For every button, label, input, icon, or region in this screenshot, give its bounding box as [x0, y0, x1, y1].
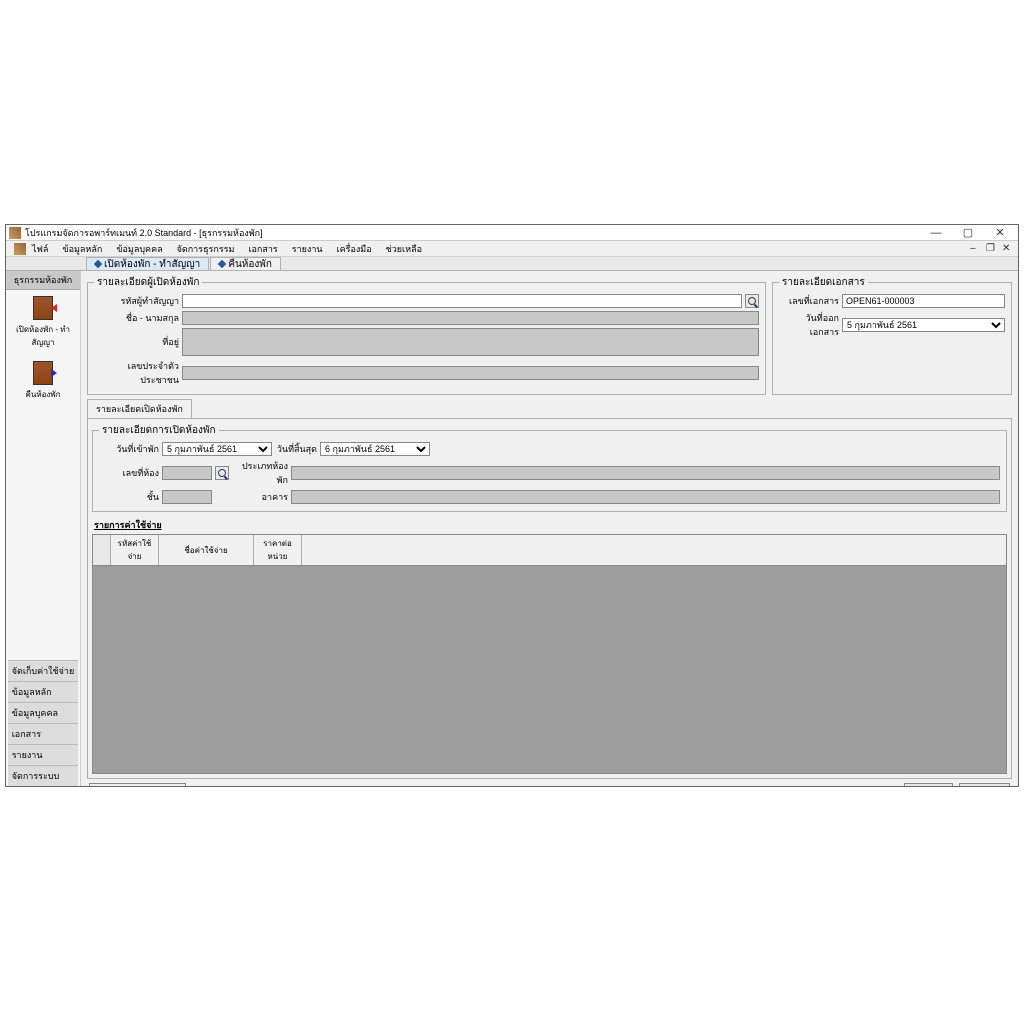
label-floor: ชั้น — [99, 490, 159, 504]
col-price[interactable]: ราคาต่อหน่วย — [254, 535, 302, 565]
sidebar-bottom: จัดเก็บค่าใช้จ่าย ข้อมูลหลัก ข้อมูลบุคคล… — [8, 660, 79, 786]
menu-person[interactable]: ข้อมูลบุคคล — [110, 240, 168, 258]
idcard-input — [182, 366, 759, 380]
docno-input[interactable] — [842, 294, 1005, 308]
panel-legend: รายละเอียดการเปิดห้องพัก — [99, 423, 219, 438]
sidebar-expense[interactable]: จัดเก็บค่าใช้จ่าย — [8, 660, 79, 681]
name-input — [182, 311, 759, 325]
docdate-select[interactable]: 5 กุมภาพันธ์ 2561 — [842, 318, 1005, 332]
save-button[interactable]: บันทึก — [904, 783, 953, 786]
sidebar-item-return-room[interactable]: คืนห้องพัก — [26, 361, 61, 401]
roomno-input — [162, 466, 212, 480]
row-selector-header — [93, 535, 111, 565]
close-button[interactable]: ✕ — [985, 226, 1015, 240]
mdi-close[interactable]: ✕ — [1002, 243, 1014, 254]
label-building: อาคาร — [232, 490, 288, 504]
menu-document[interactable]: เอกสาร — [242, 240, 283, 258]
label-endday: วันที่สิ้นสุด — [275, 442, 317, 456]
room-open-panel: รายละเอียดเปิดห้องพัก รายละเอียดการเปิดห… — [87, 399, 1012, 779]
sidebar-documents[interactable]: เอกสาร — [8, 723, 79, 744]
app-icon — [9, 227, 21, 239]
tab-return-room[interactable]: คืนห้องพัก — [210, 257, 281, 270]
col-name[interactable]: ชื่อค่าใช้จ่าย — [159, 535, 254, 565]
label-checkin: วันที่เข้าพัก — [99, 442, 159, 456]
label-roomno: เลขที่ห้อง — [99, 466, 159, 480]
menubar-icon — [14, 243, 26, 255]
bottom-bar: พิมพ์หนังสือสัญญา พิมพ์เอกสาร - เปิดห้อง… — [87, 779, 1012, 786]
print-document-checkbox[interactable]: พิมพ์เอกสาร - เปิดห้องพัก — [774, 785, 898, 787]
print-check-input[interactable] — [774, 786, 787, 787]
contract-code-input[interactable] — [182, 294, 742, 308]
sidebar-master[interactable]: ข้อมูลหลัก — [8, 681, 79, 702]
minimize-button[interactable]: — — [921, 226, 951, 240]
grid-header: รหัสค่าใช้จ่าย ชื่อค่าใช้จ่าย ราคาต่อหน่… — [93, 535, 1006, 566]
building-input — [291, 490, 1000, 504]
tab-open-room[interactable]: เปิดห้องพัก - ทำสัญญา — [86, 257, 209, 270]
label-address: ที่อยู่ — [94, 335, 179, 349]
door-out-icon — [31, 361, 55, 385]
roomtype-input — [291, 466, 1000, 480]
expense-title: รายการค่าใช้จ่าย — [94, 518, 1007, 532]
cancel-button[interactable]: ยกเลิก — [959, 783, 1010, 786]
window-title: โปรแกรมจัดการอพาร์ทเมนท์ 2.0 Standard - … — [25, 226, 921, 240]
label-docdate: วันที่ออกเอกสาร — [779, 311, 839, 339]
search-icon — [218, 469, 226, 477]
mdi-restore[interactable]: ❐ — [986, 243, 998, 254]
sidebar-system[interactable]: จัดการระบบ — [8, 765, 79, 786]
diamond-icon — [94, 260, 102, 268]
search-contract-button[interactable] — [745, 294, 759, 308]
sidebar-content: เปิดห้องพัก - ทำสัญญา คืนห้องพัก จัดเก็บ… — [6, 290, 80, 786]
checkin-date-select[interactable]: 5 กุมภาพันธ์ 2561 — [162, 442, 272, 456]
label-roomtype: ประเภทห้องพัก — [232, 459, 288, 487]
menu-tools[interactable]: เครื่องมือ — [331, 240, 378, 258]
sidebar-item-open-room[interactable]: เปิดห้องพัก - ทำสัญญา — [6, 296, 80, 349]
door-in-icon — [31, 296, 55, 320]
menubar: ไฟล์ ข้อมูลหลัก ข้อมูลบุคคล จัดการธุรกรร… — [6, 241, 1018, 257]
print-contract-button: พิมพ์หนังสือสัญญา — [89, 783, 186, 786]
window-controls: — ▢ ✕ — [921, 226, 1015, 240]
menu-master[interactable]: ข้อมูลหลัก — [56, 240, 108, 258]
label-name: ชื่อ - นามสกุล — [94, 311, 179, 325]
label-docno: เลขที่เอกสาร — [779, 294, 839, 308]
col-code[interactable]: รหัสค่าใช้จ่าย — [111, 535, 159, 565]
floor-input — [162, 490, 212, 504]
top-panels: รายละเอียดผู้เปิดห้องพัก รหัสผู้ทำสัญญา … — [87, 275, 1012, 395]
expense-grid[interactable]: รหัสค่าใช้จ่าย ชื่อค่าใช้จ่าย ราคาต่อหน่… — [92, 534, 1007, 774]
menu-file[interactable]: ไฟล์ — [26, 240, 54, 258]
label-idcard: เลขประจำตัวประชาชน — [94, 359, 179, 387]
sidebar-reports[interactable]: รายงาน — [8, 744, 79, 765]
enddate-select[interactable]: 6 กุมภาพันธ์ 2561 — [320, 442, 430, 456]
tab-strip: เปิดห้องพัก - ทำสัญญา คืนห้องพัก — [6, 257, 1018, 271]
mdi-minimize[interactable]: – — [970, 243, 982, 254]
main-area: ธุรกรรมห้องพัก เปิดห้องพัก - ทำสัญญา คืน… — [6, 271, 1018, 786]
diamond-icon — [218, 260, 226, 268]
menu-help[interactable]: ช่วยเหลือ — [380, 240, 428, 258]
inner-tab-room-details[interactable]: รายละเอียดเปิดห้องพัก — [87, 399, 192, 418]
room-open-fieldset: รายละเอียดการเปิดห้องพัก วันที่เข้าพัก 5… — [92, 423, 1007, 512]
content-area: รายละเอียดผู้เปิดห้องพัก รหัสผู้ทำสัญญา … — [81, 271, 1018, 786]
sidebar-label: คืนห้องพัก — [26, 388, 61, 401]
label-contract-code: รหัสผู้ทำสัญญา — [94, 294, 179, 308]
tenant-details-panel: รายละเอียดผู้เปิดห้องพัก รหัสผู้ทำสัญญา … — [87, 275, 766, 395]
document-details-panel: รายละเอียดเอกสาร เลขที่เอกสาร วันที่ออกเ… — [772, 275, 1012, 395]
panel-legend: รายละเอียดเอกสาร — [779, 275, 868, 290]
sidebar-label: เปิดห้องพัก - ทำสัญญา — [6, 323, 80, 349]
sidebar-header: ธุรกรรมห้องพัก — [6, 271, 80, 290]
sidebar-person[interactable]: ข้อมูลบุคคล — [8, 702, 79, 723]
maximize-button[interactable]: ▢ — [953, 226, 983, 240]
sidebar: ธุรกรรมห้องพัก เปิดห้องพัก - ทำสัญญา คืน… — [6, 271, 81, 786]
panel-legend: รายละเอียดผู้เปิดห้องพัก — [94, 275, 202, 290]
address-textarea — [182, 328, 759, 356]
search-room-button[interactable] — [215, 466, 229, 480]
search-icon — [748, 297, 756, 305]
mdi-controls: – ❐ ✕ — [970, 243, 1014, 254]
menu-report[interactable]: รายงาน — [286, 240, 329, 258]
menu-transaction[interactable]: จัดการธุรกรรม — [171, 240, 241, 258]
main-window: โปรแกรมจัดการอพาร์ทเมนท์ 2.0 Standard - … — [5, 224, 1019, 787]
